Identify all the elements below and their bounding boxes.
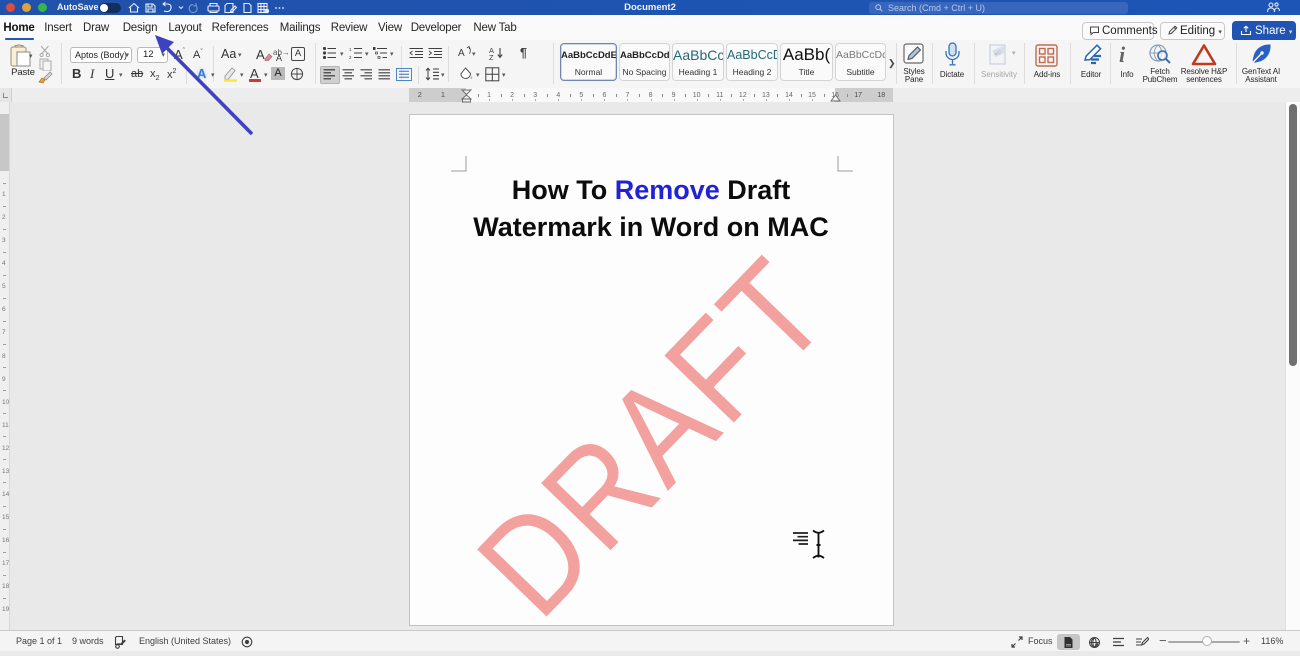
svg-text:Z: Z (489, 53, 494, 60)
svg-text:A: A (458, 48, 465, 59)
svg-text:2: 2 (349, 55, 352, 59)
svg-text:1: 1 (349, 47, 352, 52)
